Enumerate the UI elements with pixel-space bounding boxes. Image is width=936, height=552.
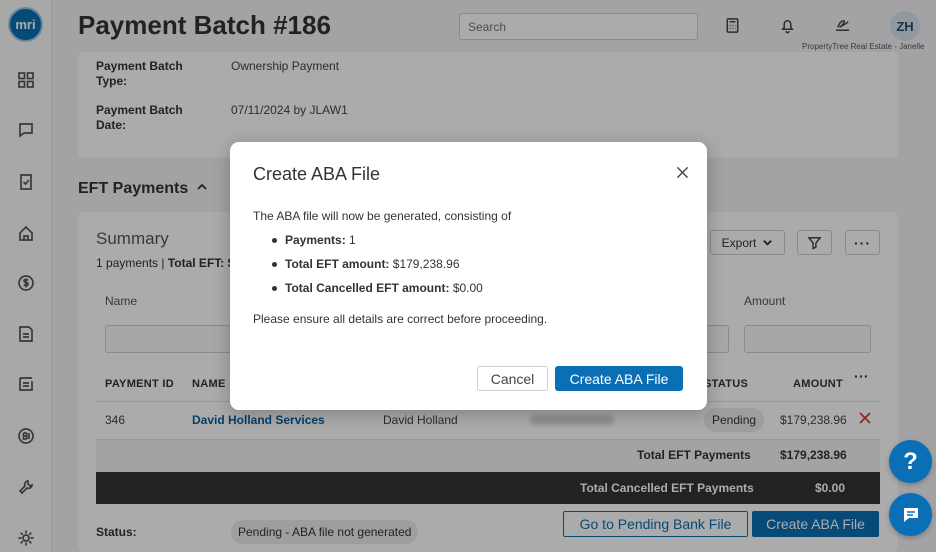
close-icon[interactable] [671, 161, 693, 183]
help-button[interactable]: ? [889, 440, 932, 483]
modal-note: Please ensure all details are correct be… [253, 312, 548, 326]
total-cancelled-amount-value: $0.00 [452, 281, 483, 295]
create-aba-modal: Create ABA File The ABA file will now be… [230, 142, 707, 410]
modal-summary-list: Payments: 1 Total EFT amount: $179,238.9… [270, 230, 483, 302]
modal-cancel-button[interactable]: Cancel [477, 366, 548, 391]
modal-create-aba-button[interactable]: Create ABA File [555, 366, 683, 391]
modal-title: Create ABA File [253, 164, 381, 184]
chat-icon [903, 507, 918, 522]
payments-value: 1 [349, 233, 356, 247]
total-eft-amount-label: Total EFT amount: [285, 257, 390, 271]
total-cancelled-amount-label: Total Cancelled EFT amount: [285, 281, 450, 295]
total-eft-amount-value: $179,238.96 [392, 257, 460, 271]
help-icon: ? [903, 447, 918, 475]
payments-label: Payments: [285, 233, 346, 247]
list-item: Payments: 1 [270, 230, 483, 254]
list-item: Total Cancelled EFT amount: $0.00 [270, 278, 483, 302]
modal-intro: The ABA file will now be generated, cons… [253, 209, 512, 223]
chat-button[interactable] [889, 493, 932, 536]
list-item: Total EFT amount: $179,238.96 [270, 254, 483, 278]
